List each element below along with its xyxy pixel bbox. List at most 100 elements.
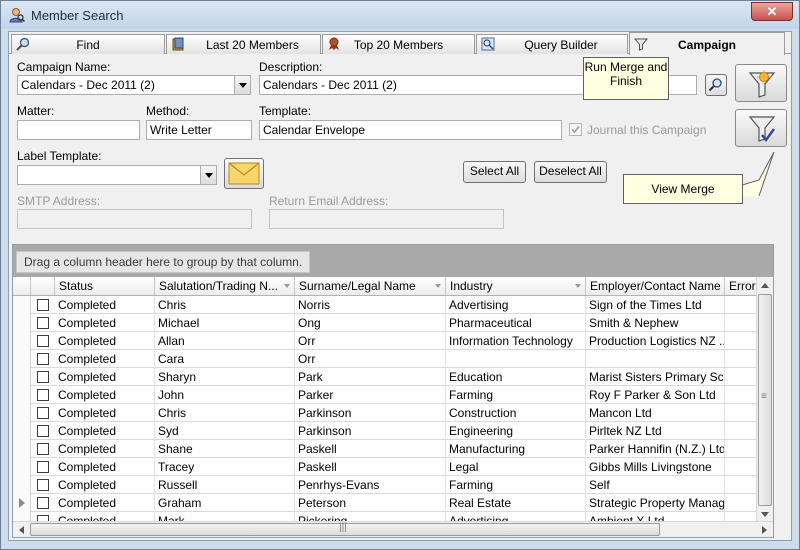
cell-industry[interactable]: Real Estate: [446, 494, 586, 512]
scroll-up-icon[interactable]: [761, 282, 769, 288]
view-merge-button[interactable]: [735, 109, 787, 147]
row-checkbox[interactable]: [37, 317, 49, 329]
row-checkbox[interactable]: [37, 479, 49, 491]
label-template-combo[interactable]: [17, 165, 217, 185]
tab-find[interactable]: Find: [11, 34, 165, 54]
cell-salutation[interactable]: Allan: [155, 332, 295, 350]
cell-status[interactable]: Completed: [55, 404, 155, 422]
cell-salutation[interactable]: Shane: [155, 440, 295, 458]
cell-salutation[interactable]: Michael: [155, 314, 295, 332]
cell-industry[interactable]: [446, 350, 586, 368]
cell-surname[interactable]: Parkinson: [295, 404, 446, 422]
row-checkbox[interactable]: [37, 335, 49, 347]
email-button[interactable]: [224, 158, 264, 189]
cell-surname[interactable]: Parkinson: [295, 422, 446, 440]
table-row[interactable]: Completed Cara Orr: [13, 350, 773, 368]
cell-employer[interactable]: Gibbs Mills Livingstone: [586, 458, 725, 476]
cell-salutation[interactable]: Tracey: [155, 458, 295, 476]
row-checkbox[interactable]: [37, 389, 49, 401]
group-by-panel[interactable]: Drag a column header here to group by th…: [13, 245, 773, 277]
table-row[interactable]: Completed Michael Ong Pharmaceutical Smith &…: [13, 314, 773, 332]
cell-industry[interactable]: Education: [446, 368, 586, 386]
cell-surname[interactable]: Paskell: [295, 440, 446, 458]
cell-industry[interactable]: Information Technology: [446, 332, 586, 350]
cell-industry[interactable]: Engineering: [446, 422, 586, 440]
cell-surname[interactable]: Penrhys-Evans: [295, 476, 446, 494]
cell-employer[interactable]: Smith & Nephew: [586, 314, 725, 332]
cell-surname[interactable]: Park: [295, 368, 446, 386]
cell-industry[interactable]: Farming: [446, 386, 586, 404]
cell-salutation[interactable]: Graham: [155, 494, 295, 512]
header-surname[interactable]: Surname/Legal Name: [295, 277, 446, 295]
scroll-down-icon[interactable]: [761, 512, 769, 518]
cell-industry[interactable]: Advertising: [446, 296, 586, 314]
tab-query-builder[interactable]: Query Builder: [476, 34, 628, 54]
cell-status[interactable]: Completed: [55, 458, 155, 476]
template-input[interactable]: Calendar Envelope: [259, 120, 562, 140]
cell-salutation[interactable]: Syd: [155, 422, 295, 440]
vertical-scroll-thumb[interactable]: ≡: [758, 294, 772, 506]
cell-employer[interactable]: Parker Hannifin (N.Z.) Ltd: [586, 440, 725, 458]
cell-surname[interactable]: Peterson: [295, 494, 446, 512]
return-email-input[interactable]: [269, 209, 504, 229]
tab-campaign[interactable]: Campaign: [629, 32, 785, 55]
cell-salutation[interactable]: Chris: [155, 296, 295, 314]
cell-status[interactable]: Completed: [55, 422, 155, 440]
cell-status[interactable]: Completed: [55, 350, 155, 368]
cell-salutation[interactable]: Cara: [155, 350, 295, 368]
cell-status[interactable]: Completed: [55, 440, 155, 458]
row-checkbox[interactable]: [37, 425, 49, 437]
cell-salutation[interactable]: Chris: [155, 404, 295, 422]
cell-employer[interactable]: [586, 350, 725, 368]
horizontal-scrollbar[interactable]: |||: [13, 521, 773, 537]
cell-employer[interactable]: Marist Sisters Primary Sch...: [586, 368, 725, 386]
header-select[interactable]: [31, 277, 55, 295]
cell-salutation[interactable]: Russell: [155, 476, 295, 494]
cell-status[interactable]: Completed: [55, 314, 155, 332]
row-checkbox[interactable]: [37, 443, 49, 455]
table-row[interactable]: Completed Shane Paskell Manufacturing Parker…: [13, 440, 773, 458]
tab-top-20-members[interactable]: Top 20 Members: [322, 34, 475, 54]
scroll-left-icon[interactable]: [18, 526, 24, 534]
row-checkbox[interactable]: [37, 371, 49, 383]
cell-status[interactable]: Completed: [55, 476, 155, 494]
table-row[interactable]: Completed Sharyn Park Education Marist Siste…: [13, 368, 773, 386]
row-checkbox[interactable]: [37, 299, 49, 311]
tab-last-20-members[interactable]: Last 20 Members: [166, 34, 321, 54]
cell-status[interactable]: Completed: [55, 368, 155, 386]
select-all-button[interactable]: Select All: [463, 161, 526, 183]
chevron-down-icon[interactable]: [200, 166, 216, 184]
table-row[interactable]: Completed Chris Parkinson Construction Manco…: [13, 404, 773, 422]
row-checkbox[interactable]: [37, 461, 49, 473]
row-checkbox[interactable]: [37, 407, 49, 419]
table-row[interactable]: Completed Tracey Paskell Legal Gibbs Mills L…: [13, 458, 773, 476]
campaign-name-combo[interactable]: Calendars - Dec 2011 (2): [17, 75, 251, 95]
scroll-right-icon[interactable]: [762, 526, 768, 534]
run-merge-button[interactable]: [735, 64, 787, 102]
table-row[interactable]: Completed Graham Peterson Real Estate Strate…: [13, 494, 773, 512]
cell-employer[interactable]: Self: [586, 476, 725, 494]
cell-status[interactable]: Completed: [55, 386, 155, 404]
cell-employer[interactable]: Pirltek NZ Ltd: [586, 422, 725, 440]
cell-surname[interactable]: Orr: [295, 332, 446, 350]
cell-surname[interactable]: Parker: [295, 386, 446, 404]
cell-industry[interactable]: Legal: [446, 458, 586, 476]
cell-industry[interactable]: Manufacturing: [446, 440, 586, 458]
cell-employer[interactable]: Strategic Property Manag...: [586, 494, 725, 512]
journal-checkbox[interactable]: [569, 123, 582, 136]
cell-surname[interactable]: Norris: [295, 296, 446, 314]
cell-employer[interactable]: Production Logistics NZ ...: [586, 332, 725, 350]
table-row[interactable]: Completed John Parker Farming Roy F Parker &…: [13, 386, 773, 404]
method-input[interactable]: Write Letter: [146, 120, 252, 140]
cell-surname[interactable]: Ong: [295, 314, 446, 332]
cell-surname[interactable]: Paskell: [295, 458, 446, 476]
horizontal-scroll-thumb[interactable]: |||: [30, 522, 660, 536]
header-employer[interactable]: Employer/Contact Name: [586, 277, 725, 295]
cell-surname[interactable]: Orr: [295, 350, 446, 368]
deselect-all-button[interactable]: Deselect All: [534, 161, 607, 183]
table-row[interactable]: Completed Allan Orr Information Technology P…: [13, 332, 773, 350]
cell-employer[interactable]: Sign of the Times Ltd: [586, 296, 725, 314]
smtp-address-input[interactable]: [17, 209, 252, 229]
cell-salutation[interactable]: John: [155, 386, 295, 404]
table-row[interactable]: Completed Russell Penrhys-Evans Farming Self: [13, 476, 773, 494]
